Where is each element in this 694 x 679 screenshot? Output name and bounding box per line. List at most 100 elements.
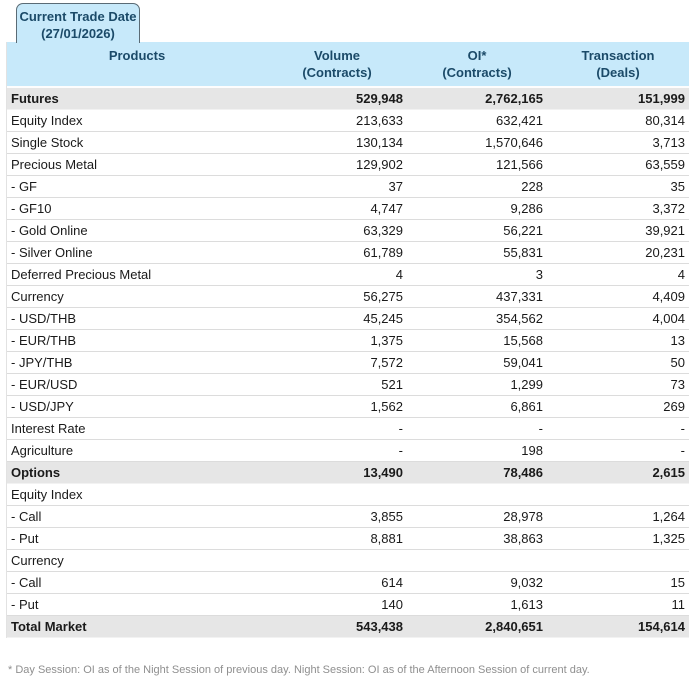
- tab-date: (27/01/2026): [19, 25, 137, 42]
- transaction-cell: 1,264: [547, 506, 689, 528]
- column-title: Transaction: [551, 47, 685, 64]
- table-row: - Put1401,61311: [7, 594, 689, 616]
- transaction-cell: 35: [547, 176, 689, 198]
- section-row: Total Market543,4382,840,651154,614: [7, 616, 689, 638]
- table-row: - USD/THB45,245354,5624,004: [7, 308, 689, 330]
- table-row: Deferred Precious Metal434: [7, 264, 689, 286]
- transaction-cell: 39,921: [547, 220, 689, 242]
- volume-cell: 4: [267, 264, 407, 286]
- table-row: - Gold Online63,32956,22139,921: [7, 220, 689, 242]
- oi-cell: 2,840,651: [407, 616, 547, 638]
- market-summary-table: Products Volume (Contracts) OI* (Contrac…: [7, 42, 689, 638]
- transaction-cell: 15: [547, 572, 689, 594]
- transaction-cell: 2,615: [547, 462, 689, 484]
- table-row: Equity Index213,633632,42180,314: [7, 110, 689, 132]
- product-label: Futures: [7, 87, 267, 110]
- transaction-cell: 151,999: [547, 87, 689, 110]
- oi-cell: 3: [407, 264, 547, 286]
- volume-cell: 529,948: [267, 87, 407, 110]
- volume-cell: 614: [267, 572, 407, 594]
- market-summary-page: Current Trade Date (27/01/2026) Products…: [0, 0, 694, 679]
- volume-cell: 4,747: [267, 198, 407, 220]
- volume-cell: 37: [267, 176, 407, 198]
- oi-cell: 9,032: [407, 572, 547, 594]
- product-label: Equity Index: [7, 110, 267, 132]
- oi-cell: 15,568: [407, 330, 547, 352]
- product-label: - USD/JPY: [7, 396, 267, 418]
- product-label: - Gold Online: [7, 220, 267, 242]
- oi-cell: 1,613: [407, 594, 547, 616]
- table-row: - GF3722835: [7, 176, 689, 198]
- volume-cell: 129,902: [267, 154, 407, 176]
- oi-cell: -: [407, 418, 547, 440]
- transaction-cell: 154,614: [547, 616, 689, 638]
- table-row: Currency56,275437,3314,409: [7, 286, 689, 308]
- volume-cell: [267, 484, 407, 506]
- transaction-cell: 50: [547, 352, 689, 374]
- volume-cell: 130,134: [267, 132, 407, 154]
- volume-cell: 61,789: [267, 242, 407, 264]
- product-label: Currency: [7, 550, 267, 572]
- product-label: - EUR/THB: [7, 330, 267, 352]
- transaction-cell: 4,409: [547, 286, 689, 308]
- table-row: Currency: [7, 550, 689, 572]
- transaction-cell: -: [547, 440, 689, 462]
- table-row: - USD/JPY1,5626,861269: [7, 396, 689, 418]
- transaction-cell: 4: [547, 264, 689, 286]
- section-row: Options13,49078,4862,615: [7, 462, 689, 484]
- volume-cell: 3,855: [267, 506, 407, 528]
- column-header-transaction: Transaction (Deals): [547, 42, 689, 87]
- table-body: Futures529,9482,762,165151,999Equity Ind…: [7, 87, 689, 638]
- product-label: - Call: [7, 572, 267, 594]
- volume-cell: 7,572: [267, 352, 407, 374]
- volume-cell: 13,490: [267, 462, 407, 484]
- oi-cell: 56,221: [407, 220, 547, 242]
- oi-cell: 437,331: [407, 286, 547, 308]
- product-label: Total Market: [7, 616, 267, 638]
- oi-cell: [407, 484, 547, 506]
- transaction-cell: 3,372: [547, 198, 689, 220]
- oi-footnote: * Day Session: OI as of the Night Sessio…: [6, 663, 688, 677]
- volume-cell: [267, 550, 407, 572]
- oi-cell: 28,978: [407, 506, 547, 528]
- product-label: Options: [7, 462, 267, 484]
- transaction-cell: [547, 550, 689, 572]
- table-row: Single Stock130,1341,570,6463,713: [7, 132, 689, 154]
- volume-cell: 45,245: [267, 308, 407, 330]
- table-row: - EUR/THB1,37515,56813: [7, 330, 689, 352]
- product-label: Agriculture: [7, 440, 267, 462]
- tab-current-trade-date[interactable]: Current Trade Date (27/01/2026): [16, 3, 140, 43]
- product-label: - Put: [7, 594, 267, 616]
- table-row: Interest Rate---: [7, 418, 689, 440]
- oi-cell: 1,570,646: [407, 132, 547, 154]
- table-row: - Call3,85528,9781,264: [7, 506, 689, 528]
- table-row: - Call6149,03215: [7, 572, 689, 594]
- column-header-volume: Volume (Contracts): [267, 42, 407, 87]
- product-label: - USD/THB: [7, 308, 267, 330]
- oi-cell: 2,762,165: [407, 87, 547, 110]
- column-title: OI*: [411, 47, 543, 64]
- volume-cell: -: [267, 418, 407, 440]
- product-label: Deferred Precious Metal: [7, 264, 267, 286]
- oi-cell: 354,562: [407, 308, 547, 330]
- column-title: Volume: [271, 47, 403, 64]
- volume-cell: 1,375: [267, 330, 407, 352]
- oi-cell: 1,299: [407, 374, 547, 396]
- transaction-cell: 3,713: [547, 132, 689, 154]
- oi-cell: 632,421: [407, 110, 547, 132]
- column-header-oi: OI* (Contracts): [407, 42, 547, 87]
- volume-cell: 140: [267, 594, 407, 616]
- section-row: Futures529,9482,762,165151,999: [7, 87, 689, 110]
- product-label: Interest Rate: [7, 418, 267, 440]
- table-row: - JPY/THB7,57259,04150: [7, 352, 689, 374]
- oi-cell: 6,861: [407, 396, 547, 418]
- transaction-cell: -: [547, 418, 689, 440]
- product-label: Precious Metal: [7, 154, 267, 176]
- market-summary-table-container: Products Volume (Contracts) OI* (Contrac…: [6, 42, 688, 638]
- table-row: Precious Metal129,902121,56663,559: [7, 154, 689, 176]
- oi-cell: 78,486: [407, 462, 547, 484]
- tab-title: Current Trade Date: [19, 8, 137, 25]
- transaction-cell: 4,004: [547, 308, 689, 330]
- transaction-cell: 1,325: [547, 528, 689, 550]
- transaction-cell: 80,314: [547, 110, 689, 132]
